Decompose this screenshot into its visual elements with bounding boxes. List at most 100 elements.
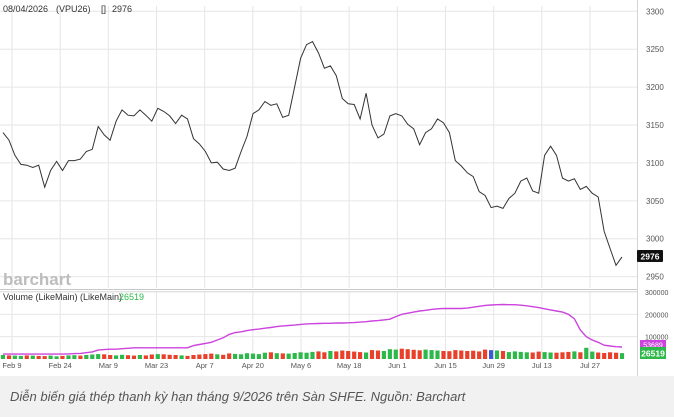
volume-bar xyxy=(602,353,607,359)
volume-tag-label: 26519 xyxy=(641,349,665,359)
volume-bar xyxy=(453,350,458,359)
volume-bar xyxy=(48,355,53,359)
volume-bar xyxy=(405,349,410,359)
volume-bar xyxy=(328,351,333,359)
volume-bar xyxy=(548,352,553,359)
volume-bar xyxy=(304,352,309,359)
volume-bar xyxy=(6,355,12,359)
volume-bar xyxy=(12,355,17,359)
volume-bar xyxy=(578,352,583,359)
volume-bar xyxy=(149,354,154,359)
volume-bar xyxy=(239,354,244,359)
volume-bar xyxy=(36,355,41,359)
volume-tick-label: 200000 xyxy=(645,312,668,319)
date-tick-label: Mar 9 xyxy=(99,361,118,370)
volume-bar xyxy=(483,349,488,359)
volume-legend: Volume (LikeMain) (LikeMain) 26519 xyxy=(3,292,144,302)
volume-bar xyxy=(143,355,148,359)
volume-bar xyxy=(102,354,107,359)
volume-bar xyxy=(566,351,571,359)
price-tick-label: 3150 xyxy=(646,121,664,130)
price-tick-label: 2950 xyxy=(646,273,664,282)
volume-bar xyxy=(334,351,339,359)
chart-header-brackets: [] xyxy=(101,4,106,14)
date-tick-label: May 6 xyxy=(291,361,311,370)
volume-bar xyxy=(512,351,517,359)
volume-bar xyxy=(619,353,625,359)
volume-bar xyxy=(524,352,529,359)
volume-bar xyxy=(417,350,422,359)
volume-bar xyxy=(614,352,619,359)
volume-bar xyxy=(221,354,226,359)
volume-bar xyxy=(96,354,101,359)
volume-bar xyxy=(411,349,416,359)
volume-bar xyxy=(197,354,202,359)
volume-bar xyxy=(399,348,404,359)
volume-bar xyxy=(494,350,500,359)
date-tick-label: Feb 9 xyxy=(2,361,21,370)
volume-bar xyxy=(179,355,184,359)
volume-bar xyxy=(423,349,428,359)
price-tick-label: 3250 xyxy=(646,45,664,54)
price-tick-label: 3050 xyxy=(646,197,664,206)
volume-bar xyxy=(54,356,59,359)
price-tick-label: 3100 xyxy=(646,159,664,168)
volume-bar xyxy=(364,352,369,359)
volume-bar xyxy=(173,355,178,359)
last-price-tag: 2976 xyxy=(637,250,663,262)
volume-bar xyxy=(441,351,446,359)
volume-bar xyxy=(340,350,345,359)
volume-bar xyxy=(215,354,220,359)
volume-bar xyxy=(155,354,160,359)
volume-bar xyxy=(465,351,470,359)
chart-caption: Diễn biến giá thép thanh kỳ hạn tháng 9/… xyxy=(0,376,674,417)
volume-bar xyxy=(459,350,464,359)
volume-bar xyxy=(381,351,386,359)
volume-bar xyxy=(322,352,327,359)
volume-bar xyxy=(161,354,166,359)
volume-bar xyxy=(596,352,601,359)
date-tick-label: Mar 23 xyxy=(145,361,168,370)
volume-bar xyxy=(84,355,89,359)
volume-bar xyxy=(500,351,506,359)
volume-bar xyxy=(447,351,452,359)
date-tick-label: May 18 xyxy=(337,361,362,370)
volume-bar xyxy=(42,356,47,359)
volume-bar xyxy=(72,355,77,359)
volume-bar xyxy=(191,355,196,359)
volume-bar xyxy=(131,355,137,359)
volume-bar xyxy=(542,352,547,359)
volume-bar xyxy=(352,351,357,359)
volume-bar xyxy=(280,353,285,359)
volume-bar xyxy=(536,351,541,359)
volume-bar xyxy=(530,352,535,359)
volume-bar xyxy=(185,355,190,359)
volume-bar xyxy=(167,354,172,359)
volume-bar xyxy=(24,355,29,359)
volume-bar xyxy=(369,350,375,359)
volume-bar xyxy=(137,355,142,359)
volume-bar xyxy=(375,350,381,359)
date-tick-label: Apr 7 xyxy=(196,361,214,370)
price-volume-chart: 08/04/2026 (VPU26) [] 2976 2950 3000 3050 3… xyxy=(0,0,674,376)
volume-bar xyxy=(316,351,321,359)
volume-bar xyxy=(560,352,565,359)
volume-bar xyxy=(584,347,589,359)
price-tick-label: 3000 xyxy=(646,235,664,244)
volume-bar xyxy=(477,351,482,359)
volume-bar xyxy=(268,352,273,359)
chart-header-symbol: (VPU26) xyxy=(56,4,91,14)
chart-header-date: 08/04/2026 xyxy=(3,4,48,14)
date-tick-label: Feb 24 xyxy=(48,361,71,370)
chart-header-last: 2976 xyxy=(112,4,132,14)
volume-bar xyxy=(489,350,494,359)
price-tick-label: 3200 xyxy=(646,83,664,92)
volume-bar xyxy=(506,352,511,359)
volume-bar xyxy=(120,354,125,359)
volume-bar xyxy=(233,353,238,359)
volume-bar xyxy=(66,355,71,359)
volume-bar xyxy=(78,355,83,359)
date-tick-label: Jun 15 xyxy=(434,361,457,370)
volume-bar xyxy=(90,354,95,359)
volume-bar xyxy=(387,349,392,359)
